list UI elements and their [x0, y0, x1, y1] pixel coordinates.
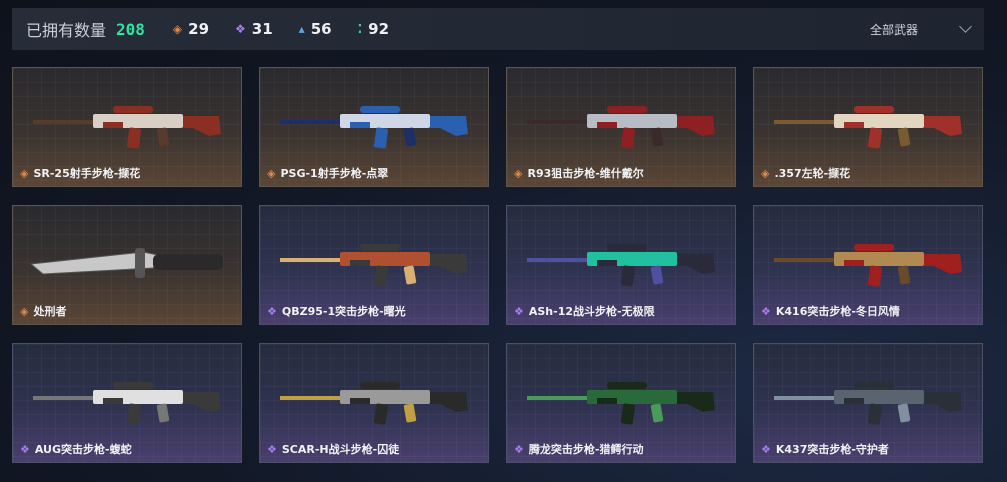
- weapon-name-row: ◈ R93狙击步枪-维什戴尔: [514, 165, 644, 181]
- rarity-icon: ❖: [761, 442, 771, 456]
- weapon-image: [764, 362, 972, 432]
- weapon-image: [517, 224, 725, 294]
- weapon-card[interactable]: ◈ 处刑者: [12, 205, 242, 325]
- weapon-card[interactable]: ❖ ASh-12战斗步枪-无极限: [506, 205, 736, 325]
- weapon-name-row: ❖ ASh-12战斗步枪-无极限: [514, 303, 655, 319]
- owned-label: 已拥有数量: [26, 21, 107, 40]
- weapon-image: [270, 362, 478, 432]
- weapon-image: [764, 224, 972, 294]
- rarity-icon: ◈: [20, 304, 29, 318]
- rarity-count-value: 56: [310, 20, 332, 38]
- rarity-icon: ◈: [514, 166, 523, 180]
- inventory-header: 已拥有数量 208 ◈ 29 ❖ 31 ▴ 56 ⁚ 92 全部武器: [12, 8, 984, 50]
- rarity-icon: ◈: [20, 166, 29, 180]
- weapon-name: QBZ95-1突击步枪-曙光: [281, 305, 406, 318]
- blue-triangle-icon: ▴: [298, 22, 305, 36]
- weapon-name: 腾龙突击步枪-猎鳄行动: [528, 443, 644, 456]
- weapon-card[interactable]: ◈ PSG-1射手步枪-点翠: [259, 67, 489, 187]
- weapon-image: [270, 224, 478, 294]
- weapon-filter-label: 全部武器: [870, 22, 919, 37]
- weapon-image: [517, 86, 725, 156]
- weapon-name: AUG突击步枪-蝮蛇: [34, 443, 132, 456]
- weapon-card[interactable]: ◈ R93狙击步枪-维什戴尔: [506, 67, 736, 187]
- weapon-name-row: ❖ K416突击步枪-冬日风情: [761, 303, 900, 319]
- weapon-name-row: ❖ AUG突击步枪-蝮蛇: [20, 441, 132, 457]
- weapon-name: SCAR-H战斗步枪-囚徒: [281, 443, 400, 456]
- weapon-name-row: ◈ SR-25射手步枪-撷花: [20, 165, 140, 181]
- weapon-filter-dropdown[interactable]: 全部武器: [870, 8, 972, 50]
- rarity-count: ▴ 56: [299, 20, 332, 38]
- weapon-name: PSG-1射手步枪-点翠: [280, 167, 389, 180]
- weapon-name: ASh-12战斗步枪-无极限: [528, 305, 655, 318]
- weapon-name-row: ◈ .357左轮-撷花: [761, 165, 850, 181]
- rarity-icon: ❖: [761, 304, 771, 318]
- weapon-card[interactable]: ❖ K416突击步枪-冬日风情: [753, 205, 983, 325]
- weapon-image: [517, 362, 725, 432]
- weapon-image: [764, 86, 972, 156]
- weapon-card[interactable]: ❖ AUG突击步枪-蝮蛇: [12, 343, 242, 463]
- rarity-icon: ❖: [20, 442, 30, 456]
- rarity-count-value: 31: [251, 20, 273, 38]
- rarity-count-value: 29: [188, 20, 210, 38]
- weapon-image: [23, 86, 231, 156]
- weapon-card[interactable]: ❖ K437突击步枪-守护者: [753, 343, 983, 463]
- weapon-card[interactable]: ◈ SR-25射手步枪-撷花: [12, 67, 242, 187]
- rarity-count: ⁚ 92: [358, 20, 389, 38]
- weapon-name-row: ◈ 处刑者: [20, 303, 66, 319]
- weapon-name-row: ◈ PSG-1射手步枪-点翠: [267, 165, 388, 181]
- weapon-name-row: ❖ SCAR-H战斗步枪-囚徒: [267, 441, 399, 457]
- weapon-name: .357左轮-撷花: [774, 167, 851, 180]
- rarity-icon: ◈: [267, 166, 276, 180]
- rarity-count: ◈ 29: [173, 20, 209, 38]
- weapon-image: [23, 224, 231, 294]
- purple-diamond-icon: ❖: [235, 22, 246, 36]
- chevron-down-icon: [959, 20, 972, 33]
- weapon-card[interactable]: ❖ SCAR-H战斗步枪-囚徒: [259, 343, 489, 463]
- weapon-card[interactable]: ❖ 腾龙突击步枪-猎鳄行动: [506, 343, 736, 463]
- weapon-name: SR-25射手步枪-撷花: [33, 167, 141, 180]
- weapon-card[interactable]: ◈ .357左轮-撷花: [753, 67, 983, 187]
- orange-diamond-icon: ◈: [172, 22, 183, 36]
- weapon-name: 处刑者: [33, 305, 67, 318]
- rarity-count-value: 92: [368, 20, 390, 38]
- rarity-icon: ❖: [267, 442, 277, 456]
- owned-count: 208: [116, 19, 145, 39]
- weapon-image: [23, 362, 231, 432]
- weapon-name-row: ❖ QBZ95-1突击步枪-曙光: [267, 303, 406, 319]
- weapon-card[interactable]: ❖ QBZ95-1突击步枪-曙光: [259, 205, 489, 325]
- rarity-icon: ❖: [514, 442, 524, 456]
- weapon-name-row: ❖ K437突击步枪-守护者: [761, 441, 889, 457]
- green-dots-icon: ⁚: [357, 22, 363, 36]
- weapon-image: [270, 86, 478, 156]
- rarity-icon: ❖: [267, 304, 277, 318]
- rarity-icon: ❖: [514, 304, 524, 318]
- rarity-count: ❖ 31: [235, 20, 273, 38]
- rarity-icon: ◈: [761, 166, 770, 180]
- weapon-name: K437突击步枪-守护者: [775, 443, 889, 456]
- weapon-name-row: ❖ 腾龙突击步枪-猎鳄行动: [514, 441, 643, 457]
- weapon-name: R93狙击步枪-维什戴尔: [527, 167, 644, 180]
- weapon-name: K416突击步枪-冬日风情: [775, 305, 900, 318]
